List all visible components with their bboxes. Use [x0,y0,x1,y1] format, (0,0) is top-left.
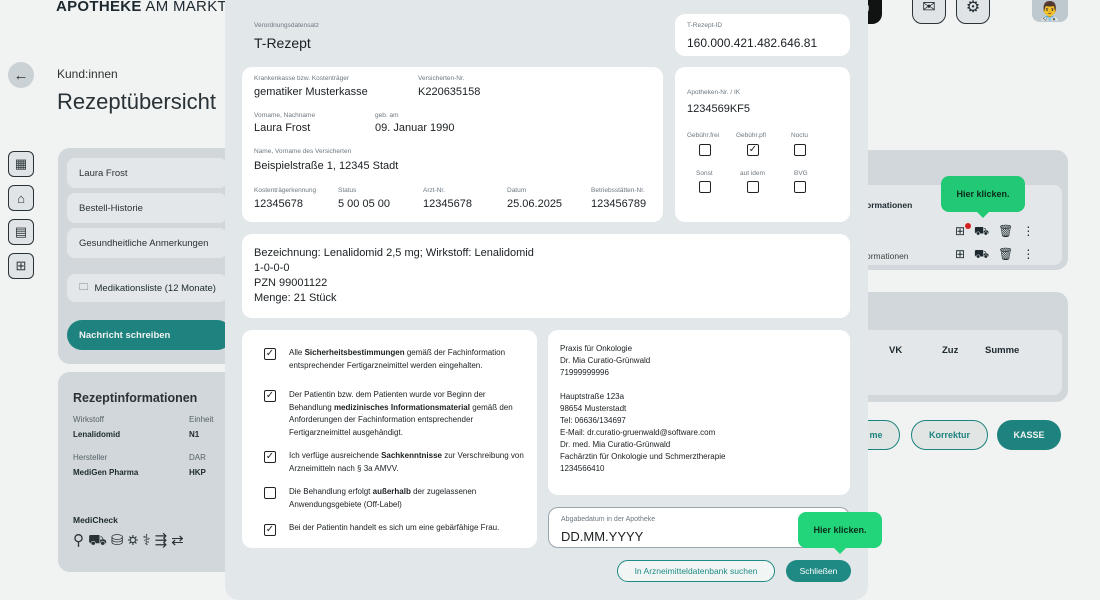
doctor-info: Praxis für Onkologie Dr. Mia Curatio-Grü… [560,344,726,473]
insured-no-label: Versicherten-Nr. [418,75,465,82]
off-label-checkbox[interactable] [264,487,276,499]
doctor-card: Praxis für Onkologie Dr. Mia Curatio-Grü… [548,330,850,495]
dob-label: geb. am [375,112,399,119]
dob-value: 09. Januar 1990 [375,122,455,134]
rx-id-card: T-Rezept-ID 160.000.421.482.646.81 [675,14,850,56]
checklist-text: Der Patientin bzw. dem Patienten wurde v… [289,390,513,437]
patient-card: Krankenkasse bzw. Kostenträger gematiker… [242,67,663,222]
medication-line: 1-0-0-0 [254,262,290,274]
field-value: 12345678 [423,198,472,210]
fee-required-checkbox[interactable]: ✓ [747,144,759,156]
other-checkbox[interactable] [699,181,711,193]
safety-checkbox[interactable]: ✓ [264,348,276,360]
aut-idem-checkbox[interactable] [747,181,759,193]
field-label: Betriebsstätten-Nr. [591,187,645,194]
name-label: Vorname, Nachname [254,112,316,119]
checklist-text: Alle Sicherheitsbestimmungen gemäß der F… [289,348,506,370]
dataset-label: Verordnungsdatensatz [254,22,320,29]
prescription-modal: Verordnungsdatensatz T-Rezept T-Rezept-I… [225,0,882,600]
flag-label: Noctu [791,132,808,139]
insurer-label: Krankenkasse bzw. Kostenträger [254,75,350,82]
flag-label: Gebühr.pfl [736,132,766,139]
field-value: 25.06.2025 [507,198,563,210]
bvg-checkbox[interactable] [794,181,806,193]
field-value: 5 00 05 00 [338,198,390,210]
hint-tooltip: Hier klicken. [798,512,882,554]
close-button[interactable]: Schließen [786,560,851,582]
name-value: Laura Frost [254,122,311,134]
flag-label: BVG [794,170,808,177]
flag-label: Sonst [696,170,713,177]
search-database-button[interactable]: In Arzneimitteldatenbank suchen [617,560,775,582]
field-label: Datum [507,187,527,194]
address-value: Beispielstraße 1, 12345 Stadt [254,160,399,172]
medication-card: Bezeichnung: Lenalidomid 2,5 mg; Wirksto… [242,234,850,318]
field-label: Arzt-Nr. [423,187,446,194]
field-value: 12345678 [254,198,303,210]
field-value: 123456789 [591,198,647,210]
field-label: Kostenträgerkennung [254,187,317,194]
dataset-header: Verordnungsdatensatz T-Rezept [242,14,663,56]
info-material-checkbox[interactable]: ✓ [264,390,276,402]
medication-line: Menge: 21 Stück [254,292,337,304]
checklist-text: Die Behandlung erfolgt außerhalb der zug… [289,487,477,509]
medication-line: PZN 99001122 [254,277,328,289]
dispense-date-input[interactable]: DD.MM.YYYY [561,529,643,544]
rx-id-value: 160.000.421.482.646.81 [687,36,818,50]
dataset-value: T-Rezept [254,35,311,51]
insured-no-value: K220635158 [418,86,481,98]
checklist-text: Ich verfüge ausreichende Sachkenntnisse … [289,451,524,473]
field-label: Status [338,187,357,194]
medication-line: Bezeichnung: Lenalidomid 2,5 mg; Wirksto… [254,247,534,259]
childbearing-checkbox[interactable]: ✓ [264,524,276,536]
pharmacy-value: 1234569KF5 [687,103,750,115]
checklist-card: ✓ Alle Sicherheitsbestimmungen gemäß der… [242,330,537,548]
flag-label: aut idem [740,170,765,177]
pharmacy-label: Apotheken-Nr. / IK [687,89,741,96]
fee-free-checkbox[interactable] [699,144,711,156]
checklist-text: Bei der Patientin handelt es sich um ein… [289,523,500,532]
rx-id-label: T-Rezept-ID [687,22,723,29]
expertise-checkbox[interactable]: ✓ [264,451,276,463]
pharmacy-card: Apotheken-Nr. / IK 1234569KF5 Gebühr.fre… [675,67,850,222]
flag-label: Gebühr.frei [687,132,720,139]
dispense-date-label: Abgabedatum in der Apotheke [561,516,656,523]
insurer-value: gematiker Musterkasse [254,86,368,98]
address-label: Name, Vorname des Versicherten [254,148,352,155]
noctu-checkbox[interactable] [794,144,806,156]
